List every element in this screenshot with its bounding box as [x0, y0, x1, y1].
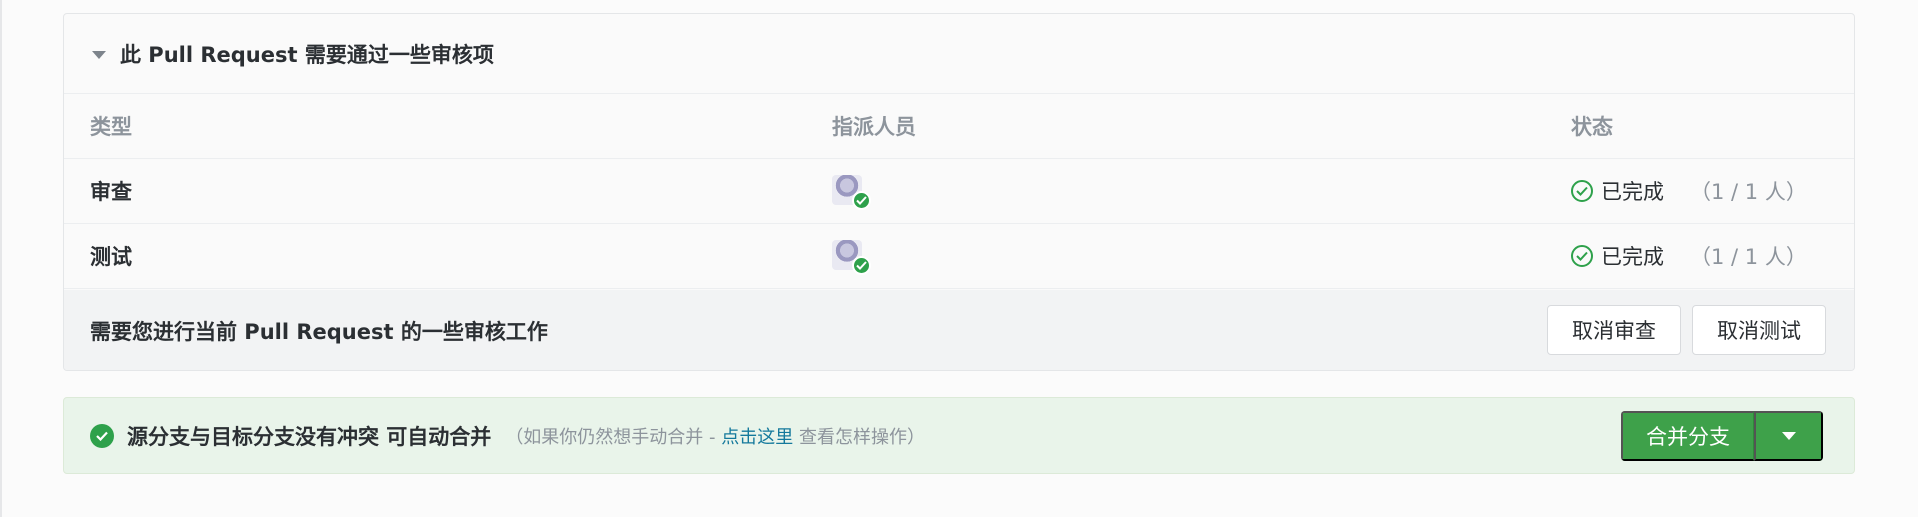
review-panel-header[interactable]: 此 Pull Request 需要通过一些审核项 — [64, 14, 1854, 94]
cancel-test-button[interactable]: 取消测试 — [1692, 305, 1826, 355]
review-table-header: 类型 指派人员 状态 — [64, 94, 1854, 159]
check-icon — [852, 191, 871, 210]
column-type-header: 类型 — [90, 115, 132, 139]
cancel-review-button[interactable]: 取消审查 — [1547, 305, 1681, 355]
merge-branch-button[interactable]: 合并分支 — [1621, 411, 1754, 461]
merge-status-title: 源分支与目标分支没有冲突 可自动合并 — [127, 424, 492, 449]
caret-down-icon — [1781, 432, 1796, 440]
review-status-text: 已完成 — [1601, 180, 1664, 204]
check-icon — [852, 256, 871, 275]
table-row-review: 审查 已完成 （1 / 1 人） — [64, 159, 1854, 224]
test-status-count: （1 / 1 人） — [1690, 245, 1807, 269]
column-status-header: 状态 — [1571, 115, 1613, 139]
review-assignee-avatar[interactable] — [832, 171, 872, 211]
column-assignee-header: 指派人员 — [832, 115, 916, 139]
check-circle-icon — [90, 423, 114, 448]
merge-options-dropdown[interactable] — [1754, 411, 1823, 461]
review-required-message: 需要您进行当前 Pull Request 的一些审核工作 — [90, 320, 548, 344]
left-divider — [0, 0, 2, 517]
review-status-count: （1 / 1 人） — [1690, 180, 1807, 204]
review-type-label: 审查 — [90, 180, 132, 204]
test-status-text: 已完成 — [1601, 245, 1664, 269]
manual-merge-hint-suffix: 查看怎样操作） — [793, 426, 925, 448]
check-circle-icon — [1571, 245, 1593, 267]
table-row-test: 测试 已完成 （1 / 1 人） — [64, 224, 1854, 289]
manual-merge-link[interactable]: 点击这里 — [721, 427, 793, 448]
merge-status-panel: 源分支与目标分支没有冲突 可自动合并 （如果你仍然想手动合并 - 点击这里 查看… — [63, 397, 1855, 474]
caret-down-icon[interactable] — [92, 50, 106, 59]
review-requirements-panel: 此 Pull Request 需要通过一些审核项 类型 指派人员 状态 审查 已… — [63, 13, 1855, 371]
manual-merge-hint-prefix: （如果你仍然想手动合并 - — [505, 426, 722, 448]
check-circle-icon — [1571, 180, 1593, 202]
review-action-footer: 需要您进行当前 Pull Request 的一些审核工作 取消审查 取消测试 — [64, 290, 1854, 370]
test-type-label: 测试 — [90, 245, 132, 269]
review-panel-title: 此 Pull Request 需要通过一些审核项 — [120, 42, 494, 67]
merge-button-group: 合并分支 — [1621, 411, 1823, 461]
manual-merge-hint: （如果你仍然想手动合并 - 点击这里 查看怎样操作） — [505, 423, 925, 449]
test-assignee-avatar[interactable] — [832, 236, 872, 276]
